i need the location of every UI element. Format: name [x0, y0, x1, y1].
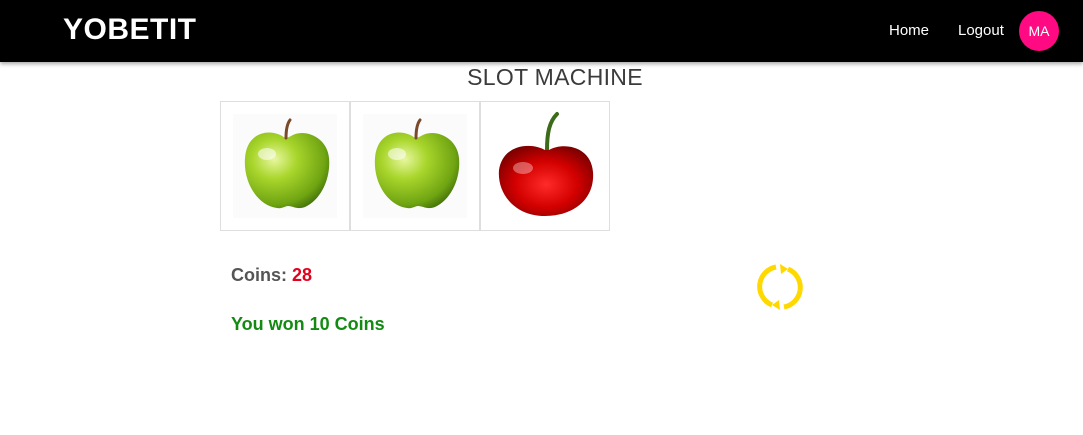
coins-display: Coins: 28	[231, 263, 312, 287]
reel-3	[480, 101, 610, 231]
cherry-icon	[498, 112, 594, 216]
slot-reels	[220, 101, 610, 231]
green-apple-icon	[233, 114, 337, 218]
green-apple-icon	[363, 114, 467, 218]
result-message: You won 10 Coins	[231, 314, 385, 334]
reel-1	[220, 101, 350, 231]
reel-2	[350, 101, 480, 231]
nav-logout-link[interactable]: Logout	[958, 21, 1004, 41]
nav-home-link[interactable]: Home	[889, 21, 929, 41]
top-navbar: YOBETIT Home Logout MA	[0, 0, 1083, 62]
coins-value: 28	[292, 265, 313, 285]
refresh-icon	[757, 264, 803, 310]
brand-logo[interactable]: YOBETIT	[63, 13, 197, 47]
page-title: SLOT MACHINE	[467, 64, 643, 90]
spin-button[interactable]	[754, 261, 806, 313]
user-avatar[interactable]: MA	[1019, 11, 1059, 51]
coins-label: Coins:	[231, 265, 287, 285]
